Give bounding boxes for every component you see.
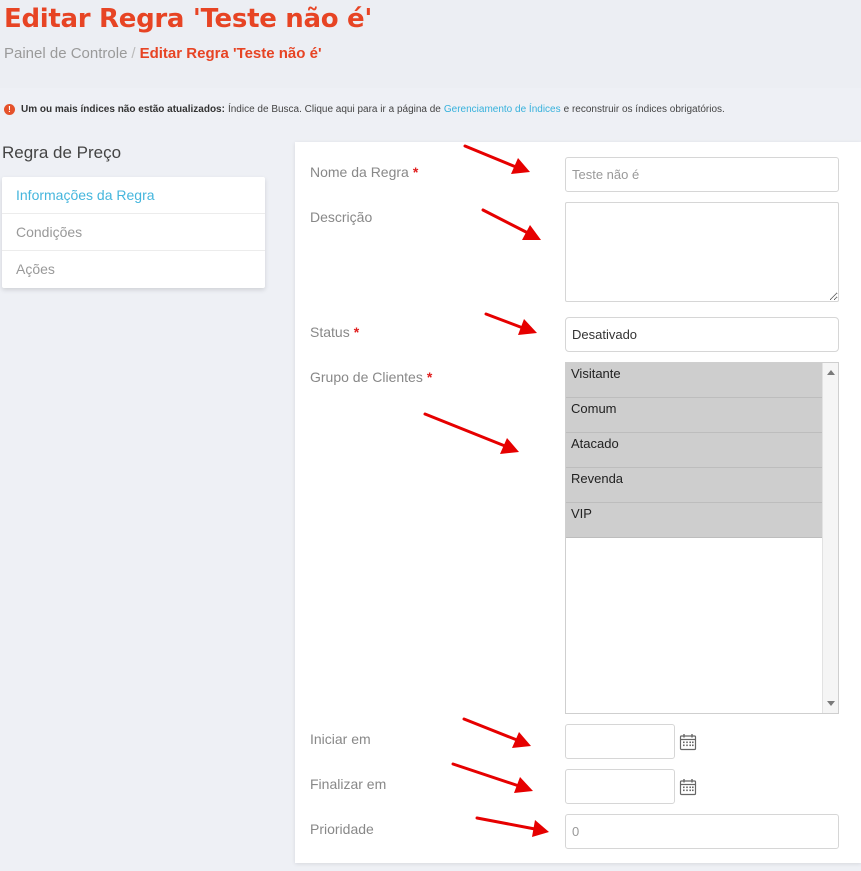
breadcrumb-home[interactable]: Painel de Controle	[4, 45, 127, 62]
customer-group-option[interactable]: Comum	[566, 398, 823, 433]
page-header: Editar Regra 'Teste não é' Painel de Con…	[0, 0, 861, 88]
start-date-label: Iniciar em	[310, 731, 371, 747]
index-management-link[interactable]: Gerenciamento de Índices	[444, 104, 561, 115]
calendar-icon[interactable]	[679, 778, 697, 796]
sidebar-item-conditions[interactable]: Condições	[2, 214, 265, 251]
breadcrumb-current: Editar Regra 'Teste não é'	[139, 45, 322, 62]
customer-group-option[interactable]: VIP	[566, 503, 823, 538]
rule-form: Nome da Regra* Descrição Status* Desativ…	[295, 142, 861, 863]
sidebar-nav: Informações da Regra Condições Ações	[2, 177, 265, 288]
scroll-down-icon[interactable]	[827, 701, 835, 706]
alert-text-after: e reconstruir os índices obrigatórios.	[563, 104, 725, 115]
sidebar-item-actions[interactable]: Ações	[2, 251, 265, 288]
alert-bold-text: Um ou mais índices não estão atualizados…	[21, 104, 225, 115]
end-date-label: Finalizar em	[310, 776, 387, 792]
customer-group-option[interactable]: Revenda	[566, 468, 823, 503]
required-mark: *	[353, 324, 360, 340]
sidebar-item-rule-info[interactable]: Informações da Regra	[2, 177, 265, 214]
status-select[interactable]: Desativado	[565, 317, 839, 352]
rule-name-input[interactable]	[565, 157, 839, 192]
calendar-icon[interactable]	[679, 733, 697, 751]
status-label: Status *	[310, 324, 360, 340]
required-mark: *	[412, 164, 419, 180]
priority-input[interactable]	[565, 814, 839, 849]
section-title: Regra de Preço	[2, 143, 122, 162]
alert-text-before: Índice de Busca. Clique aqui para ir a p…	[227, 104, 441, 115]
description-label: Descrição	[310, 209, 373, 225]
customer-groups-multiselect[interactable]: Visitante Comum Atacado Revenda VIP	[565, 362, 839, 714]
multiselect-scrollbar[interactable]	[822, 363, 838, 713]
index-alert: ! Um ou mais índices não estão atualizad…	[4, 104, 725, 115]
end-date-input[interactable]	[565, 769, 675, 804]
rule-name-label: Nome da Regra *	[310, 164, 419, 180]
page-title: Editar Regra 'Teste não é'	[4, 4, 373, 34]
breadcrumb-separator: /	[131, 45, 136, 62]
scroll-up-icon[interactable]	[827, 370, 835, 375]
description-textarea[interactable]	[565, 202, 839, 302]
breadcrumb: Painel de Controle / Editar Regra 'Teste n…	[4, 45, 322, 62]
customer-group-option[interactable]: Visitante	[566, 363, 823, 398]
start-date-input[interactable]	[565, 724, 675, 759]
customer-group-option[interactable]: Atacado	[566, 433, 823, 468]
customer-groups-label: Grupo de Clientes *	[310, 369, 433, 385]
alert-circle-icon: !	[4, 104, 15, 115]
priority-label: Prioridade	[310, 821, 374, 837]
required-mark: *	[426, 369, 433, 385]
